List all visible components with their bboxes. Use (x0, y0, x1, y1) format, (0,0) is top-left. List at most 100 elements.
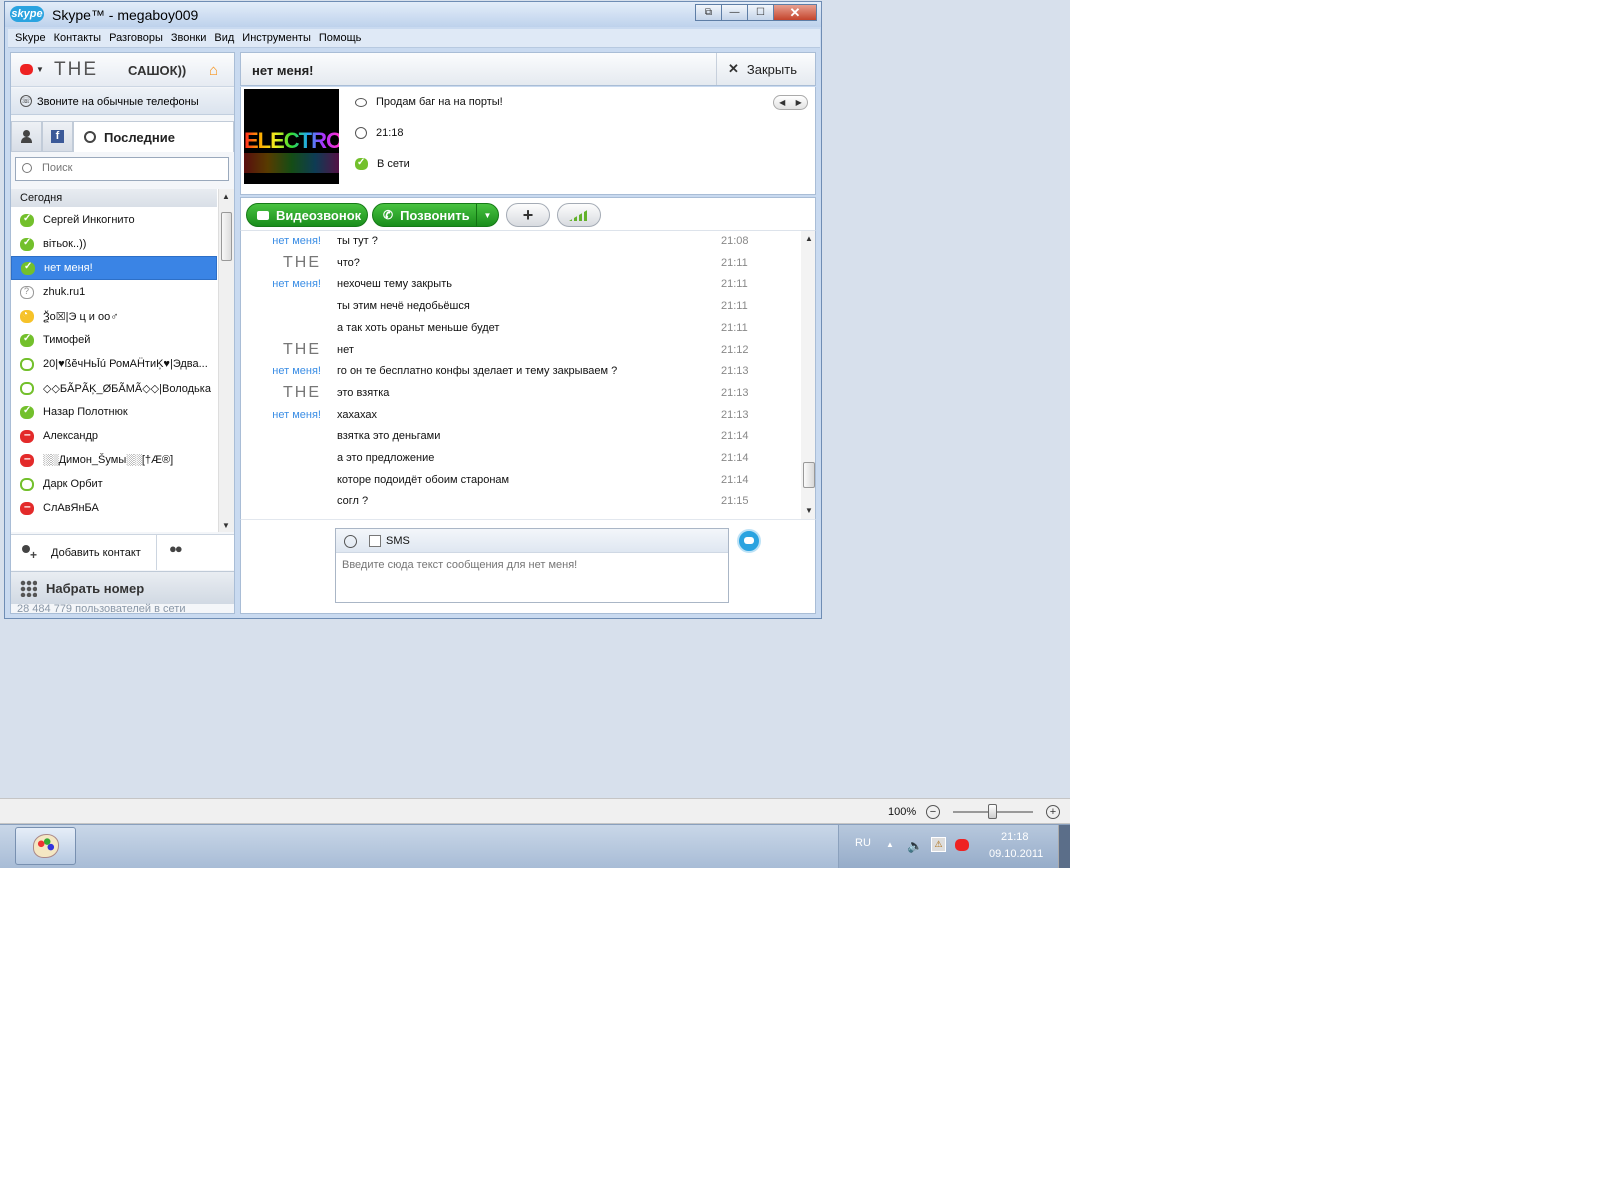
profile-nav-arrows[interactable]: ◀ ▶ (773, 95, 808, 110)
scroll-thumb[interactable] (803, 462, 815, 488)
menu-conversations[interactable]: Разговоры (109, 32, 163, 44)
zoom-slider-thumb[interactable] (988, 804, 997, 819)
menu-calls[interactable]: Звонки (171, 32, 207, 44)
profile-name[interactable]: САШОК)) (128, 63, 186, 78)
scroll-up-icon[interactable]: ▲ (222, 192, 230, 201)
contact-item[interactable]: ░░Димон_Šумы░░[†Æ®] (11, 448, 217, 472)
minimize-button[interactable]: — (721, 4, 748, 21)
chat-message: THE нет 21:12 (241, 341, 801, 366)
close-conversation-button[interactable]: ✕ Закрыть (716, 53, 815, 85)
title-bar[interactable]: skype Skype™ - megaboy009 ⧉ — ☐ ✕ (5, 2, 821, 27)
contact-item[interactable]: СлАвЯнБА (11, 496, 217, 520)
contact-item[interactable]: Тимофей (11, 328, 217, 352)
my-profile-bar[interactable]: ▼ THE САШОК)) ⌂ (11, 53, 234, 87)
avatar[interactable]: ELECTRO (244, 89, 339, 184)
chat-scrollbar[interactable]: ▲ ▼ (801, 231, 815, 519)
dial-number-button[interactable]: Набрать номер (11, 571, 234, 604)
chat-message: а это предложение 21:14 (241, 452, 801, 474)
menu-help[interactable]: Помощь (319, 32, 362, 44)
maximize-button[interactable]: ☐ (747, 4, 774, 21)
call-options-chevron-icon[interactable]: ▼ (476, 204, 498, 226)
call-quality-button[interactable] (557, 203, 601, 227)
emoticon-icon[interactable] (344, 535, 357, 548)
contact-item[interactable]: Ѯο☒|Э ц и оо♂ (11, 304, 217, 328)
status-online-icon (20, 237, 34, 251)
my-status-icon[interactable] (20, 64, 33, 75)
desktop: skype Skype™ - megaboy009 ⧉ — ☐ ✕ Skype … (0, 0, 1070, 868)
contact-item[interactable]: Дарк Орбит (11, 472, 217, 496)
contact-item[interactable]: нет меня! (11, 256, 217, 280)
message-input[interactable] (342, 559, 722, 571)
contact-name: Александр (43, 430, 99, 442)
tab-contacts[interactable] (11, 121, 42, 152)
skype-tray-icon[interactable] (955, 839, 969, 851)
sms-checkbox[interactable] (369, 535, 381, 547)
video-call-button[interactable]: Видеозвонок (246, 203, 368, 227)
contact-list-scrollbar[interactable]: ▲ ▼ (218, 189, 234, 532)
message-time: 21:11 (721, 278, 748, 291)
scroll-down-icon[interactable]: ▼ (805, 506, 813, 515)
message-sender[interactable]: THE (241, 384, 321, 402)
contact-item[interactable]: 20|♥ßĕчНьĪú РомАḦтиĶ♥|Эдва... (11, 352, 217, 376)
search-input[interactable] (42, 162, 222, 174)
online-status-icon (355, 157, 368, 170)
show-hidden-icons-icon[interactable]: ▲ (886, 840, 894, 849)
close-window-button[interactable]: ✕ (773, 4, 817, 21)
call-button[interactable]: ✆ Позвонить ▼ (372, 203, 499, 227)
contact-item[interactable]: Назар Полотнюк (11, 400, 217, 424)
message-sender[interactable]: нет меня! (241, 409, 321, 421)
video-camera-icon (257, 210, 269, 220)
contact-item[interactable]: ◇◇БÃРÃĶ_ØБÃМÃ◇◇|Володька (11, 376, 217, 400)
paint-palette-icon (33, 834, 59, 858)
add-contact-button[interactable]: Добавить контакт (11, 535, 157, 570)
message-sender[interactable]: THE (241, 341, 321, 359)
call-phones-button[interactable]: ☏ Звоните на обычные телефоны (11, 88, 234, 115)
window-title: Skype™ - megaboy009 (52, 7, 199, 23)
profile-logo-text: THE (54, 59, 98, 80)
create-group-icon[interactable] (169, 541, 193, 559)
network-warning-icon[interactable]: ⚠ (931, 837, 946, 852)
scroll-thumb[interactable] (221, 212, 232, 261)
arrow-left-icon[interactable]: ◀ (779, 98, 785, 107)
message-time: 21:11 (721, 300, 748, 313)
scroll-up-icon[interactable]: ▲ (805, 234, 813, 243)
scroll-down-icon[interactable]: ▼ (222, 521, 230, 530)
message-text: что? (337, 256, 360, 269)
menu-contacts[interactable]: Контакты (54, 32, 102, 44)
tab-facebook[interactable]: f (42, 121, 73, 152)
message-sender[interactable]: нет меня! (241, 235, 321, 247)
message-sender[interactable]: нет меня! (241, 365, 321, 377)
contact-item[interactable]: Александр (11, 424, 217, 448)
restore-button[interactable]: ⧉ (695, 4, 722, 21)
zoom-out-button[interactable]: − (926, 805, 940, 819)
contact-item[interactable]: Сергей Инкогнито (11, 208, 217, 232)
tab-recent[interactable]: Последние (73, 121, 234, 152)
message-text: которе подоидёт обоим старонам (337, 473, 510, 486)
chat-message: взятка это деньгами 21:14 (241, 430, 801, 452)
home-icon[interactable]: ⌂ (209, 62, 218, 79)
clock-time[interactable]: 21:18 (1001, 831, 1029, 843)
language-indicator[interactable]: RU (855, 837, 871, 849)
menu-skype[interactable]: Skype (15, 32, 46, 44)
message-sender[interactable]: нет меня! (241, 278, 321, 290)
status-busy-icon (20, 451, 34, 467)
search-box[interactable] (15, 157, 229, 181)
add-people-button[interactable]: + (506, 203, 550, 227)
menu-view[interactable]: Вид (214, 32, 234, 44)
taskbar-paint-button[interactable] (15, 827, 76, 865)
message-text: а так хоть ораньт меньше будет (337, 321, 500, 334)
menu-tools[interactable]: Инструменты (242, 32, 311, 44)
send-message-button[interactable] (737, 529, 761, 553)
arrow-right-icon[interactable]: ▶ (796, 98, 802, 107)
contact-item[interactable]: вітьок..)) (11, 232, 217, 256)
contact-item[interactable]: zhuk.ru1 (11, 280, 217, 304)
message-text: взятка это деньгами (337, 430, 441, 443)
contact-tabs: f Последние (11, 121, 234, 153)
chevron-down-icon[interactable]: ▼ (36, 65, 44, 74)
zoom-in-button[interactable]: + (1046, 805, 1060, 819)
message-sender[interactable]: THE (241, 254, 321, 272)
message-text: а это предложение (337, 452, 435, 464)
show-desktop-button[interactable] (1058, 825, 1070, 868)
clock-date[interactable]: 09.10.2011 (989, 848, 1043, 860)
speaker-icon[interactable]: 🔈 (907, 838, 923, 854)
